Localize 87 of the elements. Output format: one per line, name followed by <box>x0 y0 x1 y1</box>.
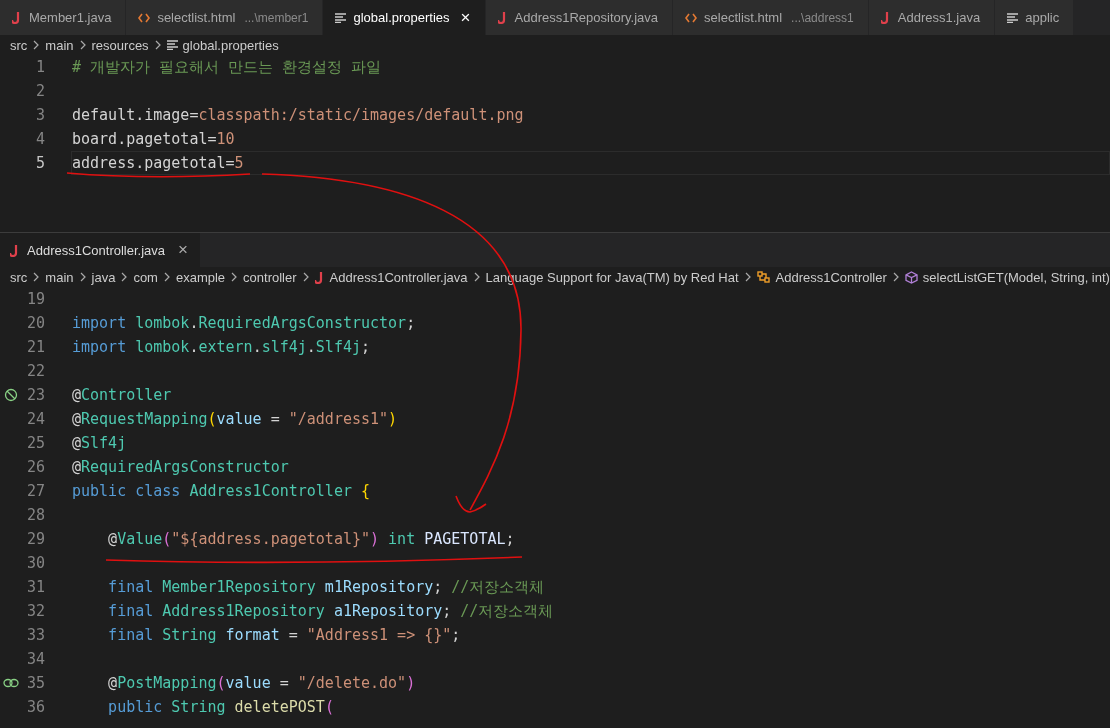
editor-tab[interactable]: Member1.java <box>0 0 127 35</box>
breadcrumb-item[interactable]: controller <box>243 269 297 285</box>
code-line: @Slf4j <box>72 434 127 452</box>
breadcrumb-item[interactable]: java <box>91 269 116 285</box>
line-number: 30 <box>25 554 45 572</box>
chevron-right-icon <box>892 272 899 282</box>
code-line: final Member1Repository m1Repository; //저장소객체 <box>107 578 545 596</box>
chevron-right-icon <box>121 272 128 282</box>
java-file-icon <box>12 11 22 24</box>
line-number: 35 <box>25 674 45 692</box>
line-number: 33 <box>25 626 45 644</box>
chevron-right-icon <box>154 40 161 50</box>
editor-tab[interactable]: Address1Controller.java × <box>0 233 200 267</box>
chevron-right-icon <box>79 40 86 50</box>
line-number: 22 <box>25 362 45 380</box>
chevron-right-icon <box>744 272 751 282</box>
tab-path: ...\member1 <box>244 10 309 25</box>
chevron-right-icon <box>33 40 40 50</box>
editor-tab[interactable]: Address1Repository.java <box>485 0 674 35</box>
chevron-right-icon <box>473 272 480 282</box>
code-line: @PostMapping(value = "/delete.do") <box>107 674 416 692</box>
line-number: 29 <box>25 530 45 548</box>
breadcrumb-item[interactable]: example <box>175 269 226 285</box>
chevron-right-icon <box>163 272 170 282</box>
code-line: @RequiredArgsConstructor <box>72 458 289 476</box>
code-brackets-icon <box>138 12 151 23</box>
line-number: 28 <box>25 506 45 524</box>
chevron-right-icon <box>231 272 238 282</box>
code-line: final String format = "Address1 => {}"; <box>107 626 461 644</box>
line-number: 36 <box>25 698 45 716</box>
breadcrumb-item[interactable]: resources <box>91 37 149 53</box>
no-entry-icon[interactable] <box>4 388 18 402</box>
editor-tab[interactable]: selectlist.html ...\member1 <box>126 0 324 35</box>
line-number: 24 <box>25 410 45 428</box>
code-line: default.image=classpath:/static/images/default.png <box>72 106 524 124</box>
tab-path: ...\address1 <box>791 10 854 25</box>
code-line: public String deletePOST( <box>107 698 334 716</box>
java-file-icon <box>10 243 20 257</box>
line-number: 3 <box>34 106 45 124</box>
code-brackets-icon <box>685 12 698 23</box>
line-number: 25 <box>25 434 45 452</box>
class-icon <box>756 270 771 284</box>
code-line: address.pagetotal=5 <box>72 154 244 172</box>
cube-icon <box>904 270 918 284</box>
code-line: @Controller <box>72 386 172 404</box>
java-file-icon <box>497 11 508 24</box>
line-number: 19 <box>25 290 45 308</box>
line-number: 5 <box>34 154 45 172</box>
breadcrumb-item[interactable]: main <box>45 37 74 53</box>
line-number: 21 <box>25 338 45 356</box>
lines-icon <box>166 40 178 50</box>
code-line: # 개발자가 필요해서 만드는 환경설정 파일 <box>72 58 382 76</box>
chevron-right-icon <box>302 272 309 282</box>
breadcrumb-item[interactable]: com <box>133 269 158 285</box>
code-line: board.pagetotal=10 <box>72 130 235 148</box>
lines-icon <box>335 12 347 23</box>
breadcrumb-item[interactable]: src <box>10 269 28 285</box>
line-number: 27 <box>25 482 45 500</box>
line-number: 20 <box>25 314 45 332</box>
java-file-icon <box>314 270 325 284</box>
breadcrumb-item[interactable]: src <box>10 37 28 53</box>
editor-tab[interactable]: global.properties × <box>323 0 486 35</box>
line-number: 34 <box>25 650 45 668</box>
editor-tab[interactable]: applic <box>995 0 1075 35</box>
line-number: 2 <box>34 82 45 100</box>
lines-icon <box>1007 12 1019 23</box>
java-file-icon <box>880 11 891 24</box>
close-icon[interactable]: × <box>460 7 471 28</box>
line-number: 32 <box>25 602 45 620</box>
editor-tab[interactable]: selectlist.html ...\address1 <box>673 0 869 35</box>
line-number: 31 <box>25 578 45 596</box>
code-line: public class Address1Controller { <box>72 482 371 500</box>
line-number: 1 <box>34 58 45 76</box>
line-number: 23 <box>25 386 45 404</box>
line-number: 4 <box>34 130 45 148</box>
line-number: 26 <box>25 458 45 476</box>
chevron-right-icon <box>33 272 40 282</box>
breadcrumb-item[interactable]: main <box>45 269 74 285</box>
editor-tab[interactable]: Address1.java <box>868 0 996 35</box>
code-line: @RequestMapping(value = "/address1") <box>72 410 398 428</box>
close-icon[interactable]: × <box>178 240 188 260</box>
code-line: @Value("${address.pagetotal}") int PAGETOTAL; <box>107 530 515 548</box>
code-line: import lombok.extern.slf4j.Slf4j; <box>72 338 371 356</box>
link-icon[interactable] <box>3 677 19 689</box>
code-line: final Address1Repository a1Repository; //저장소객체 <box>107 602 554 620</box>
code-line: import lombok.RequiredArgsConstructor; <box>72 314 416 332</box>
chevron-right-icon <box>79 272 86 282</box>
